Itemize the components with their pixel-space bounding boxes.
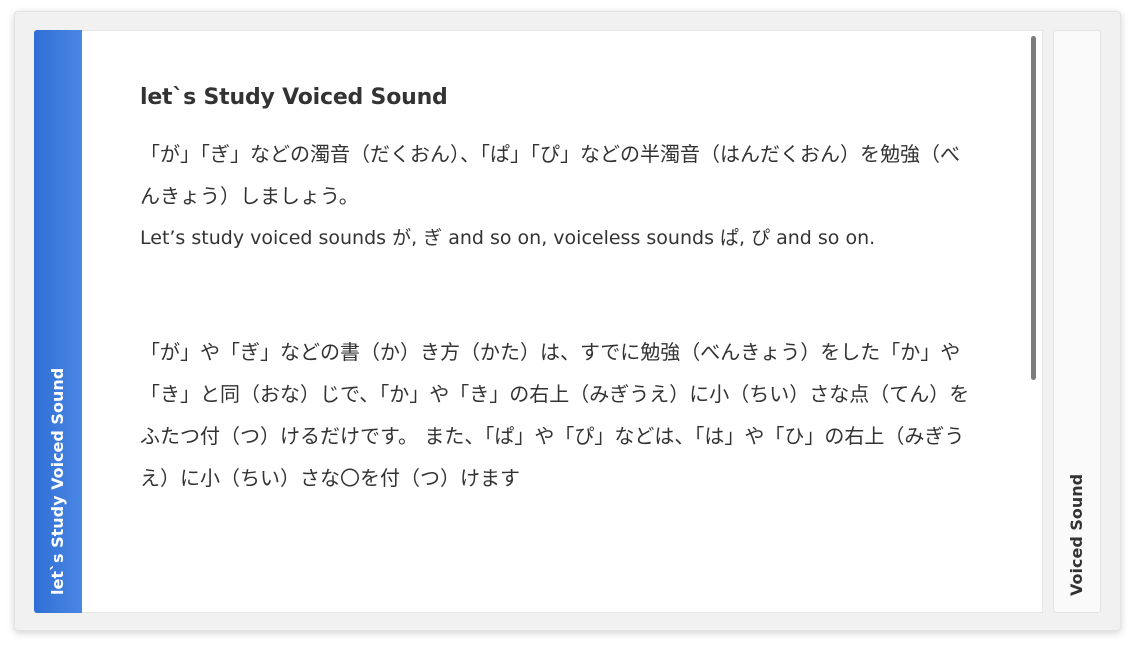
paragraph-writing-explanation: 「が」や「ぎ」などの書（か）き方（かた）は、すでに勉強（べんきょう）をした「か」… <box>140 340 970 490</box>
panel-content: let`s Study Voiced Sound 「が」「ぎ」などの濁音（だくお… <box>140 83 970 499</box>
accordion-tab-label: let`s Study Voiced Sound <box>48 367 67 595</box>
accordion-content-panel: let`s Study Voiced Sound 「が」「ぎ」などの濁音（だくお… <box>82 30 1043 613</box>
vertical-scrollbar-thumb[interactable] <box>1031 36 1036 380</box>
accordion-tab-lets-study-voiced-sound[interactable]: let`s Study Voiced Sound <box>34 30 82 613</box>
accordion-tab-voiced-sound[interactable]: Voiced Sound <box>1053 30 1101 613</box>
paragraph-japanese: 「が」「ぎ」などの濁音（だくおん）、「ぱ」「ぴ」などの半濁音（はんだくおん）を勉… <box>140 142 960 208</box>
panel-title: let`s Study Voiced Sound <box>140 85 448 110</box>
accordion-tab-label: Voiced Sound <box>1067 473 1086 596</box>
paragraph-english: Let’s study voiced sounds が, ぎ and so on… <box>140 227 876 249</box>
